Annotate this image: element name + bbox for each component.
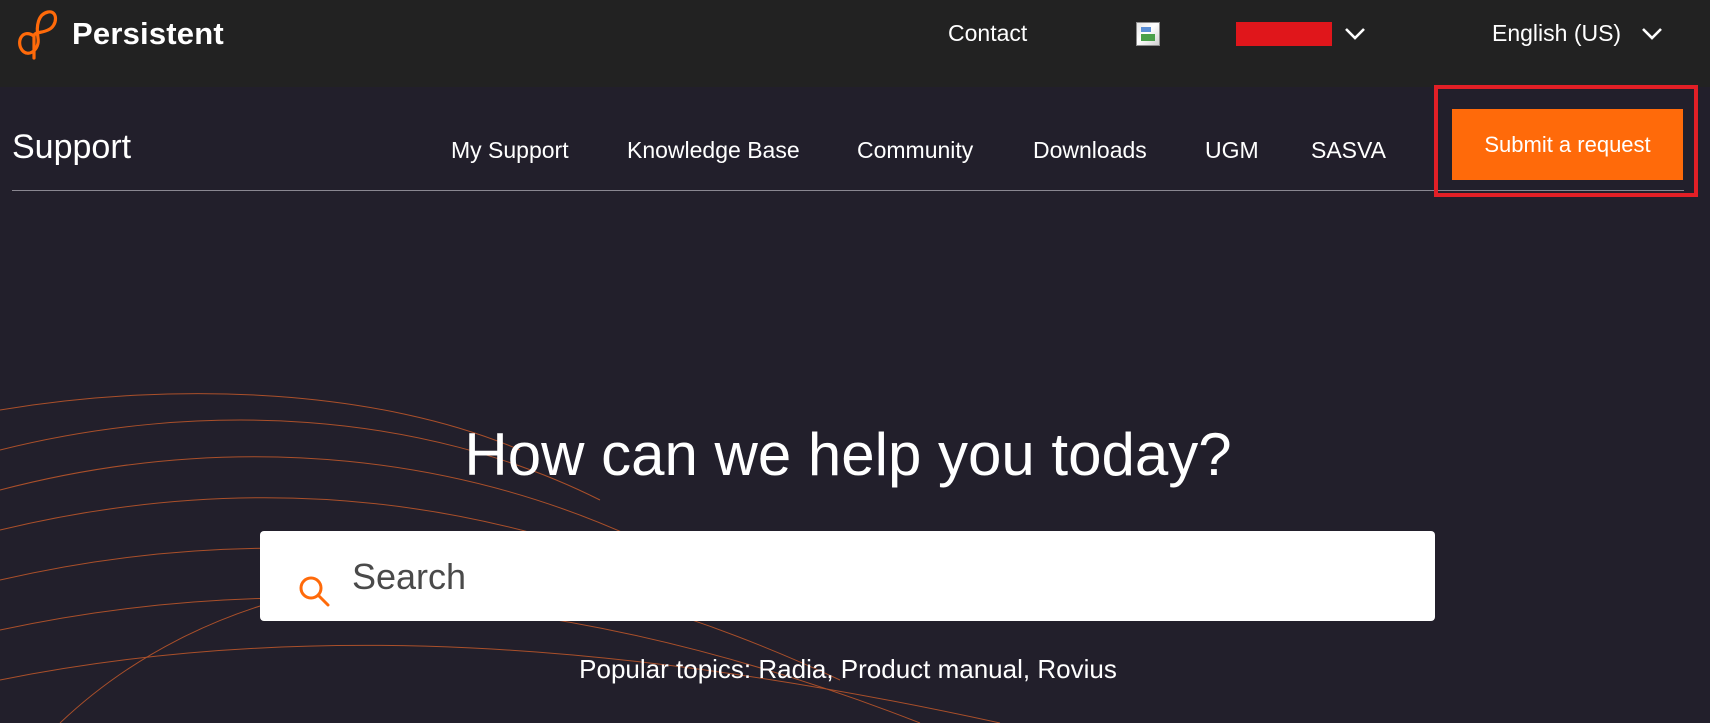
brand-logo[interactable]: Persistent: [12, 8, 224, 60]
nav-community[interactable]: Community: [857, 137, 973, 164]
user-menu[interactable]: [1136, 22, 1366, 46]
brand-name: Persistent: [72, 16, 224, 51]
nav-ugm[interactable]: UGM: [1205, 137, 1259, 164]
language-label: English (US): [1492, 20, 1622, 46]
topic-link-product-manual[interactable]: Product manual: [841, 654, 1023, 684]
nav-sasva[interactable]: SASVA: [1311, 137, 1386, 164]
nav-my-support[interactable]: My Support: [451, 137, 569, 164]
topic-link-radia[interactable]: Radia: [758, 654, 826, 684]
persistent-logo-icon: [18, 10, 58, 60]
language-selector[interactable]: English (US): [1492, 20, 1663, 47]
top-bar: Persistent Contact English (US): [0, 0, 1710, 87]
popular-topics-label: Popular topics:: [579, 654, 752, 684]
broken-image-icon: [1136, 22, 1160, 46]
redacted-user-name: [1236, 22, 1332, 46]
support-title: Support: [12, 128, 132, 166]
topic-link-rovius[interactable]: Rovius: [1037, 654, 1116, 684]
submit-request-button[interactable]: Submit a request: [1452, 109, 1683, 180]
popular-topics: Popular topics: Radia, Product manual, R…: [579, 654, 1117, 684]
search-input[interactable]: [350, 547, 1404, 607]
search-box: [260, 531, 1435, 621]
hero-title: How can we help you today?: [464, 421, 1232, 488]
nav-knowledge-base[interactable]: Knowledge Base: [627, 137, 800, 164]
chevron-down-icon: [1642, 27, 1663, 40]
nav-downloads[interactable]: Downloads: [1033, 137, 1147, 164]
search-icon[interactable]: [298, 575, 330, 607]
chevron-down-icon: [1345, 28, 1365, 40]
contact-link[interactable]: Contact: [948, 20, 1027, 47]
